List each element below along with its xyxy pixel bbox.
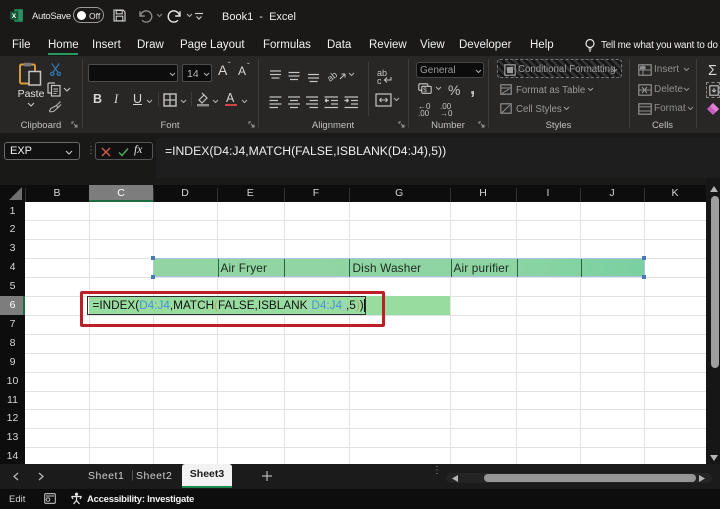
svg-text:$: $ [423, 87, 427, 94]
svg-text:X: X [12, 13, 17, 20]
svg-text:ab: ab [325, 70, 339, 84]
svg-text:c: c [377, 76, 382, 84]
